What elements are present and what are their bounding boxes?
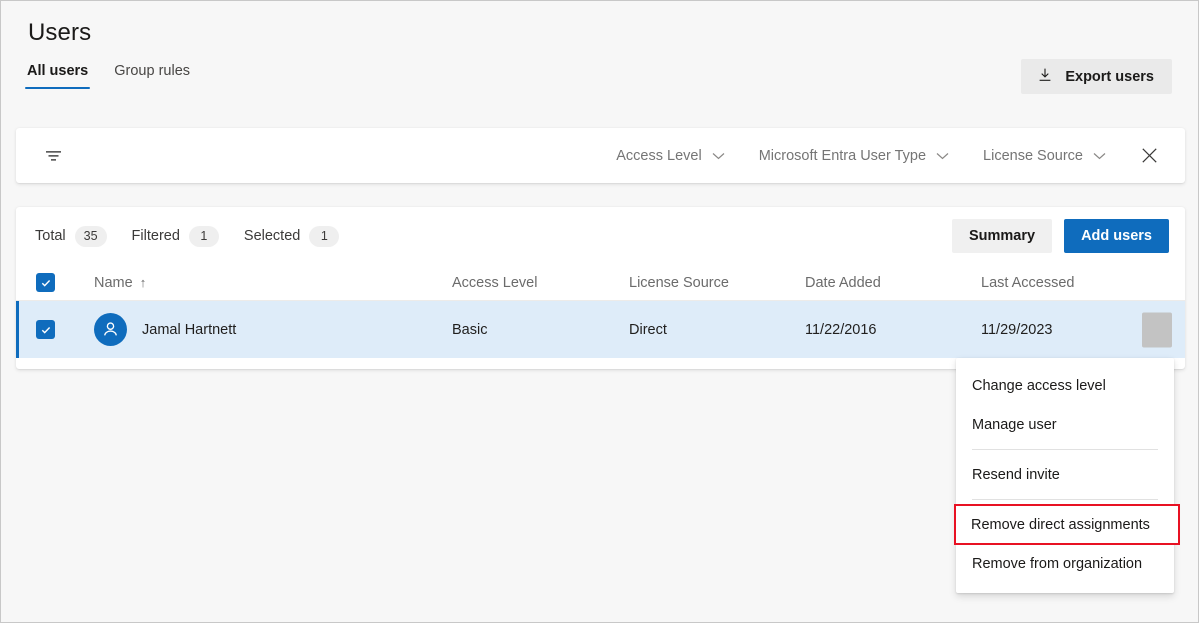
menu-separator [972, 449, 1158, 450]
count-total-label: Total [35, 228, 66, 244]
tab-all-users-label: All users [27, 63, 88, 79]
filter-entra-user-type-label: Microsoft Entra User Type [759, 148, 926, 164]
users-table-card: Total 35 Filtered 1 Selected 1 Summary A… [16, 207, 1185, 369]
column-header-license-source[interactable]: License Source [629, 265, 729, 300]
select-all-checkbox-cell [36, 265, 55, 300]
sort-ascending-icon: ↑ [140, 275, 147, 290]
table-row[interactable]: Jamal Hartnett Basic Direct 11/22/2016 1… [16, 301, 1185, 358]
count-filtered-label: Filtered [132, 228, 180, 244]
avatar [94, 313, 127, 346]
menu-item-change-access-level[interactable]: Change access level [956, 366, 1174, 405]
row-access-level: Basic [452, 301, 487, 358]
counts-group: Total 35 Filtered 1 Selected 1 [35, 207, 364, 265]
menu-item-resend-invite[interactable]: Resend invite [956, 455, 1174, 494]
page-title: Users [28, 19, 91, 47]
count-filtered-value: 1 [189, 226, 219, 247]
download-icon [1037, 67, 1053, 86]
filter-icon[interactable] [40, 145, 66, 167]
row-checkbox-cell [36, 301, 55, 358]
tab-all-users[interactable]: All users [25, 63, 90, 89]
column-header-date-added[interactable]: Date Added [805, 265, 881, 300]
filter-access-level[interactable]: Access Level [599, 147, 741, 165]
menu-item-remove-direct-assignments[interactable]: Remove direct assignments [955, 505, 1179, 544]
filter-license-source[interactable]: License Source [966, 147, 1123, 165]
table-header-row: Name ↑ Access Level License Source Date … [16, 265, 1185, 301]
table-summary-bar: Total 35 Filtered 1 Selected 1 Summary A… [16, 207, 1185, 265]
chevron-down-icon [936, 147, 949, 165]
column-header-name-label: Name [94, 275, 133, 291]
column-header-name[interactable]: Name ↑ [94, 265, 146, 300]
filter-entra-user-type[interactable]: Microsoft Entra User Type [742, 147, 966, 165]
add-users-button[interactable]: Add users [1064, 219, 1169, 253]
tab-bar: All users Group rules [25, 63, 192, 89]
export-users-button[interactable]: Export users [1021, 59, 1172, 94]
chevron-down-icon [1093, 147, 1106, 165]
filter-dropdowns: Access Level Microsoft Entra User Type L… [599, 128, 1169, 183]
column-header-last-accessed[interactable]: Last Accessed [981, 265, 1075, 300]
count-selected-label: Selected [244, 228, 300, 244]
row-license-source: Direct [629, 301, 667, 358]
row-last-accessed: 11/29/2023 [981, 301, 1053, 358]
row-more-options-button[interactable] [1142, 312, 1172, 347]
menu-item-remove-from-organization[interactable]: Remove from organization [956, 544, 1174, 583]
row-context-menu: Change access level Manage user Resend i… [956, 358, 1174, 593]
count-selected-value: 1 [309, 226, 339, 247]
row-date-added: 11/22/2016 [805, 301, 877, 358]
close-icon[interactable] [1129, 136, 1169, 176]
summary-button[interactable]: Summary [952, 219, 1052, 253]
filter-license-source-label: License Source [983, 148, 1083, 164]
count-total: Total 35 [35, 226, 107, 247]
row-name-label: Jamal Hartnett [142, 322, 236, 338]
users-page: Users All users Group rules Export users [0, 0, 1199, 623]
menu-separator [972, 499, 1158, 500]
filter-bar: Access Level Microsoft Entra User Type L… [16, 128, 1185, 183]
filter-access-level-label: Access Level [616, 148, 701, 164]
count-filtered: Filtered 1 [132, 226, 219, 247]
chevron-down-icon [712, 147, 725, 165]
table-actions: Summary Add users [952, 207, 1169, 265]
menu-item-manage-user[interactable]: Manage user [956, 405, 1174, 444]
tab-group-rules[interactable]: Group rules [112, 63, 192, 89]
export-users-label: Export users [1065, 69, 1154, 85]
count-selected: Selected 1 [244, 226, 339, 247]
tab-group-rules-label: Group rules [114, 63, 190, 79]
column-header-access-level[interactable]: Access Level [452, 265, 537, 300]
count-total-value: 35 [75, 226, 107, 247]
row-name-cell: Jamal Hartnett [94, 301, 236, 358]
row-checkbox[interactable] [36, 320, 55, 339]
select-all-checkbox[interactable] [36, 273, 55, 292]
